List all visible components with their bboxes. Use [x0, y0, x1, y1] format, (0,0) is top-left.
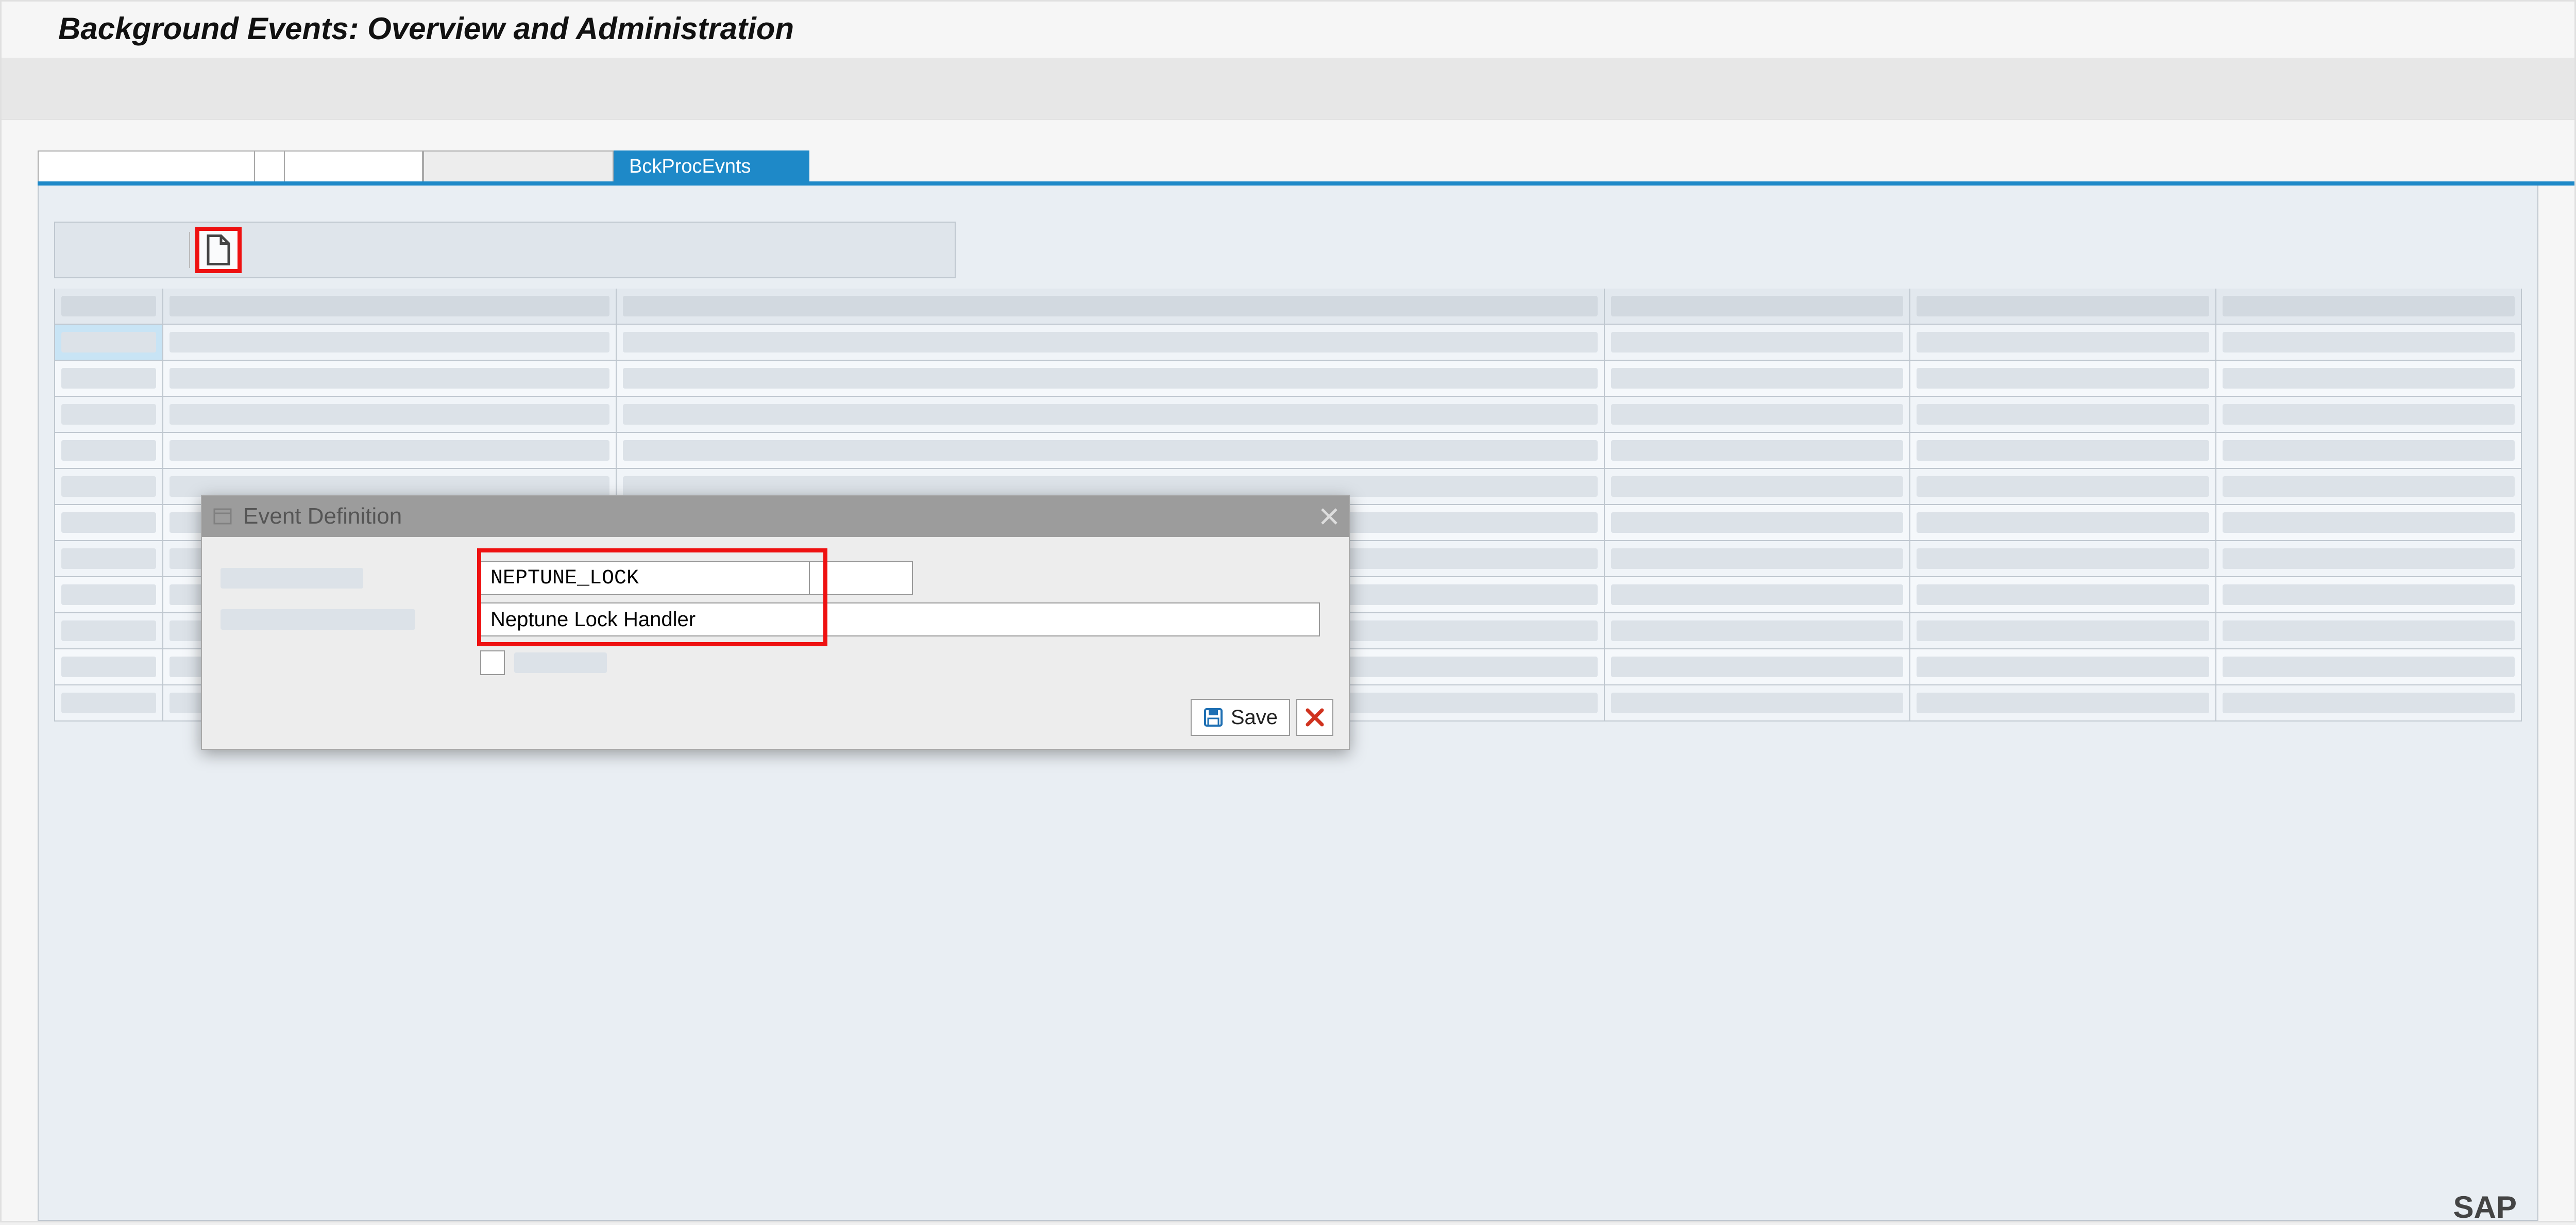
- new-document-icon: [206, 234, 231, 265]
- col-system[interactable]: [1604, 289, 1909, 324]
- col-changed[interactable]: [2215, 289, 2521, 324]
- create-button[interactable]: [195, 227, 242, 273]
- table-header: [54, 289, 2521, 325]
- title-bar: Background Events: Overview and Administ…: [2, 2, 2574, 58]
- dialog-footer: Save: [202, 689, 1349, 749]
- table-row[interactable]: [54, 325, 2521, 361]
- event-name-label: [217, 568, 480, 589]
- system-event-checkbox[interactable]: [480, 650, 505, 675]
- save-button-label: Save: [1231, 706, 1278, 729]
- description-input[interactable]: [480, 602, 1320, 636]
- dialog-body: [202, 537, 1349, 689]
- save-button[interactable]: Save: [1191, 699, 1290, 736]
- close-icon[interactable]: [1319, 506, 1340, 527]
- tab-placeholder-2[interactable]: [284, 150, 423, 181]
- description-label: [217, 609, 480, 630]
- dialog-title: Event Definition: [243, 504, 402, 529]
- event-definition-dialog: Event Definition: [201, 495, 1350, 750]
- tab-divider: [254, 150, 284, 181]
- tab-placeholder-3[interactable]: [423, 150, 614, 181]
- event-name-extension[interactable]: [810, 561, 913, 595]
- cancel-x-icon: [1304, 707, 1325, 728]
- form-row-event-name: [217, 558, 1333, 599]
- table-row[interactable]: [54, 433, 2521, 469]
- page-title: Background Events: Overview and Administ…: [58, 11, 2544, 46]
- cancel-button[interactable]: [1296, 699, 1333, 736]
- form-row-checkbox: [217, 642, 1333, 683]
- tab-bckprocevnts[interactable]: BckProcEvnts: [614, 150, 809, 181]
- tab-placeholder-1[interactable]: [38, 150, 254, 181]
- table-row[interactable]: [54, 397, 2521, 433]
- col-description[interactable]: [616, 289, 1604, 324]
- toolbar-separator: [189, 232, 190, 268]
- sap-brand-mark: SAP: [2453, 1189, 2517, 1225]
- table-row[interactable]: [54, 361, 2521, 397]
- col-event-name[interactable]: [162, 289, 616, 324]
- checkbox-label: [514, 652, 607, 673]
- dialog-titlebar[interactable]: Event Definition: [202, 496, 1349, 537]
- dialog-title-icon: [212, 506, 233, 527]
- save-icon: [1203, 707, 1224, 728]
- content-area: Event Definition: [38, 186, 2538, 1221]
- event-name-input[interactable]: [480, 561, 810, 595]
- grid-toolbar: [54, 222, 956, 278]
- form-row-description: [217, 599, 1333, 640]
- app-frame: Background Events: Overview and Administ…: [0, 0, 2576, 1222]
- col-created[interactable]: [1909, 289, 2215, 324]
- global-toolbar: [2, 58, 2574, 120]
- tab-strip: BckProcEvnts: [38, 150, 2574, 186]
- col-selector[interactable]: [54, 289, 162, 324]
